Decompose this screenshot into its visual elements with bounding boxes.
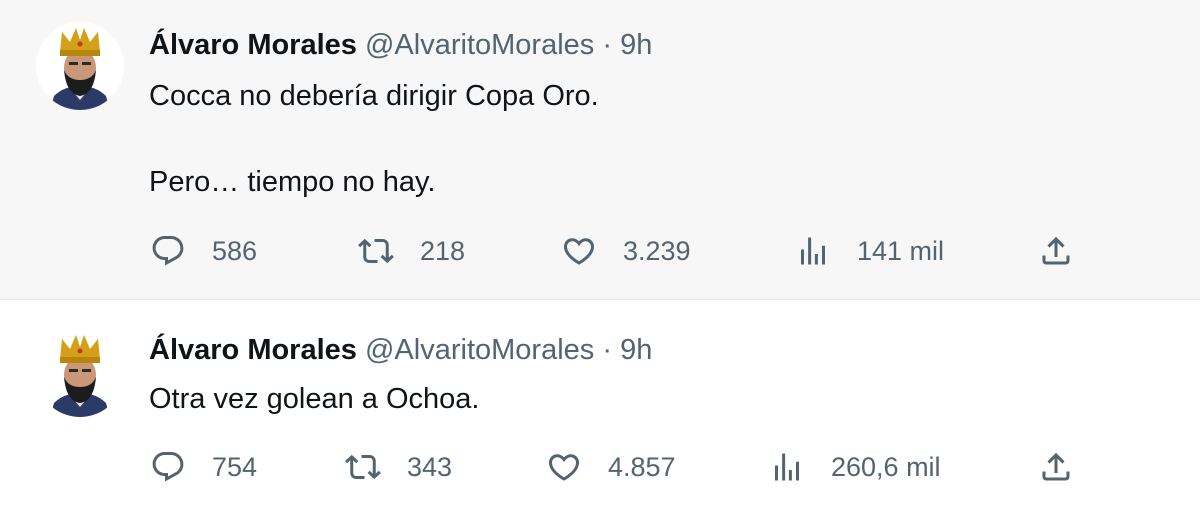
like-button[interactable]: 3.239 (561, 233, 691, 269)
avatar-image (36, 329, 124, 417)
reply-button[interactable]: 754 (150, 449, 257, 485)
retweet-button[interactable]: 218 (358, 233, 465, 269)
retweet-icon (345, 454, 381, 480)
separator: · (602, 29, 612, 61)
tweet-text-line: Otra vez golean a Ochoa. (149, 383, 480, 415)
like-button[interactable]: 4.857 (546, 449, 676, 485)
tweet-header: Álvaro Morales @AlvaritoMorales · 9h (149, 27, 652, 63)
separator: · (602, 334, 612, 366)
tweet-text-line: Cocca no debería dirigir Copa Oro. (149, 80, 599, 112)
author-name[interactable]: Álvaro Morales (149, 334, 357, 366)
heart-icon (563, 238, 595, 265)
views-icon (801, 237, 825, 265)
reply-count: 586 (212, 235, 258, 266)
author-handle[interactable]: @AlvaritoMorales (365, 29, 594, 61)
views-button[interactable]: 141 mil (795, 233, 944, 269)
share-button[interactable] (1038, 449, 1074, 485)
share-button[interactable] (1038, 233, 1074, 269)
timestamp[interactable]: 9h (620, 29, 652, 61)
retweet-count: 218 (420, 235, 466, 266)
views-count: 141 mil (857, 235, 945, 266)
like-count: 4.857 (608, 451, 676, 482)
avatar[interactable] (36, 22, 124, 110)
views-button[interactable]: 260,6 mil (769, 449, 941, 485)
share-icon (1042, 452, 1070, 481)
avatar-image (36, 22, 124, 110)
like-count: 3.239 (623, 235, 691, 266)
reply-count: 754 (212, 451, 258, 482)
tweet-header: Álvaro Morales @AlvaritoMorales · 9h (149, 332, 652, 368)
retweet-button[interactable]: 343 (345, 449, 452, 485)
avatar[interactable] (36, 329, 124, 417)
share-icon (1042, 236, 1070, 265)
tweet-text-line: Pero… tiempo no hay. (149, 166, 436, 198)
views-count: 260,6 mil (831, 451, 941, 482)
author-name[interactable]: Álvaro Morales (149, 29, 357, 61)
reply-button[interactable]: 586 (150, 233, 257, 269)
author-handle[interactable]: @AlvaritoMorales (365, 334, 594, 366)
reply-icon (152, 236, 184, 266)
timestamp[interactable]: 9h (620, 334, 652, 366)
retweet-count: 343 (407, 451, 453, 482)
tweet[interactable]: Álvaro Morales @AlvaritoMorales · 9h Coc… (0, 0, 1200, 300)
heart-icon (548, 454, 580, 481)
views-icon (775, 453, 799, 481)
tweet[interactable]: Álvaro Morales @AlvaritoMorales · 9h Otr… (0, 301, 1200, 516)
reply-icon (152, 452, 184, 482)
retweet-icon (358, 238, 394, 264)
